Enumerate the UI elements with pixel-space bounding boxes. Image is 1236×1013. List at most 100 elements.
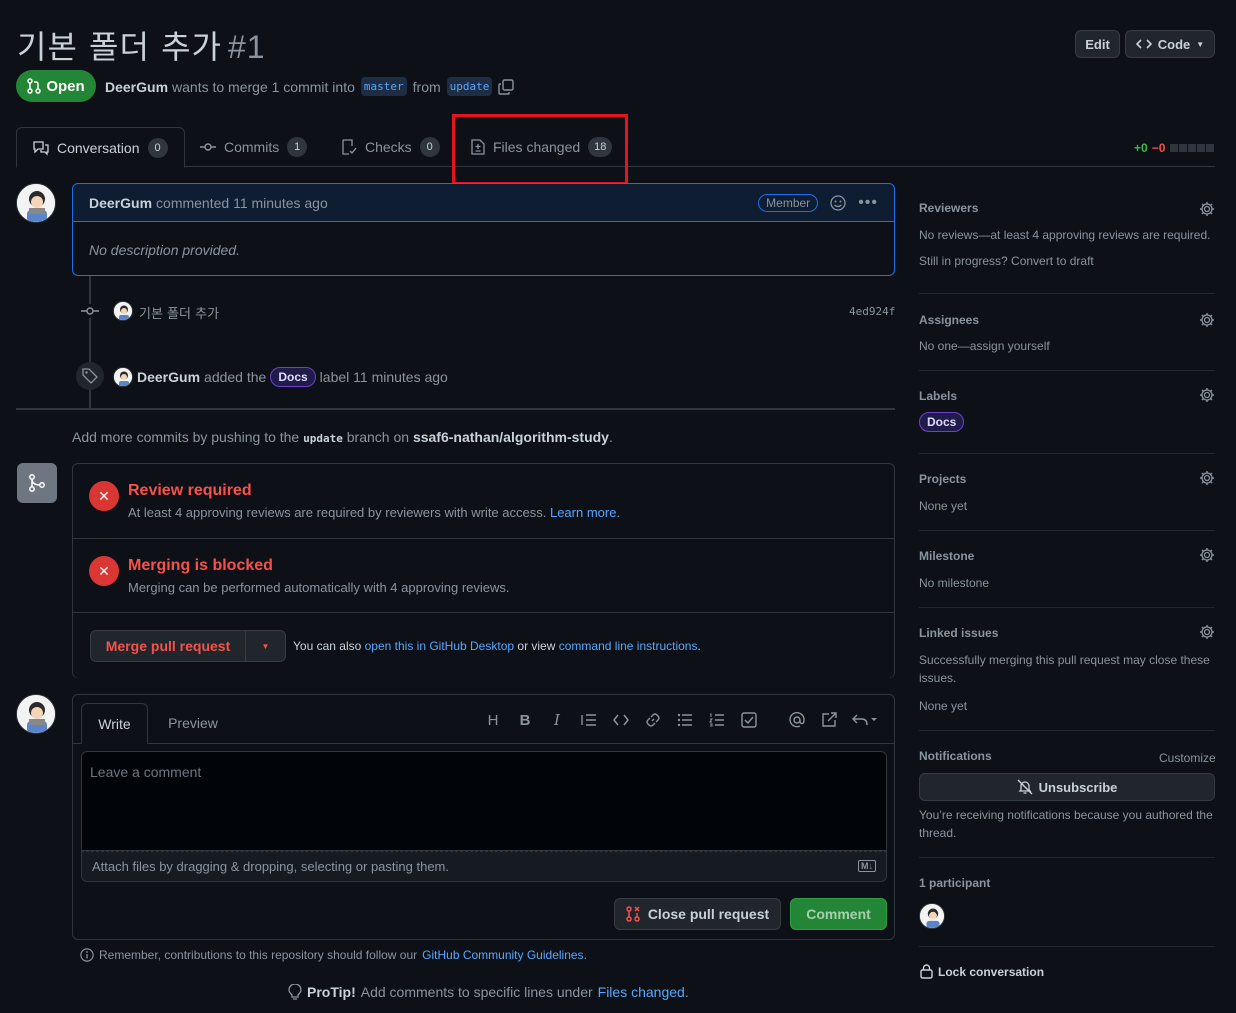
convert-to-draft-link[interactable]: Still in progress? Convert to draft	[919, 252, 1215, 270]
tag-icon-badge	[76, 362, 104, 390]
merge-options-dropdown[interactable]: ▼	[246, 631, 285, 661]
unordered-list-icon[interactable]	[669, 711, 701, 729]
close-pull-request-label: Close pull request	[647, 906, 770, 922]
copy-icon[interactable]	[498, 78, 515, 95]
also-pre: You can also	[293, 639, 362, 653]
gear-icon[interactable]	[1199, 387, 1215, 403]
code-button[interactable]: Code ▼	[1125, 30, 1215, 58]
pr-author-link[interactable]: DeerGum	[105, 79, 168, 95]
diffstat-deletions: −0	[1151, 141, 1166, 155]
milestone-heading[interactable]: Milestone	[919, 549, 1215, 563]
comment-submit-button[interactable]: Comment	[790, 898, 887, 930]
label-actor-avatar[interactable]	[113, 367, 133, 387]
merge-button-group: Merge pull request ▼	[90, 630, 286, 662]
gear-icon[interactable]	[1199, 201, 1215, 217]
base-branch[interactable]: master	[360, 77, 407, 96]
unsubscribe-button[interactable]: Unsubscribe	[919, 773, 1215, 801]
comment-meta[interactable]: commented 11 minutes ago	[156, 195, 328, 211]
comment-discussion-icon	[33, 140, 49, 156]
sidebar-divider	[919, 607, 1215, 608]
tab-checks-label: Checks	[365, 139, 412, 155]
comment-author[interactable]: DeerGum	[89, 195, 152, 211]
label-event-actor[interactable]: DeerGum	[137, 369, 200, 385]
reviewers-text: No reviews—at least 4 approving reviews …	[919, 228, 1211, 242]
head-branch[interactable]: update	[446, 77, 493, 96]
labels-heading[interactable]: Labels	[919, 389, 1215, 403]
comment-textarea[interactable]: Leave a comment	[81, 751, 887, 851]
mention-icon[interactable]	[781, 711, 813, 729]
code-button-label: Code	[1157, 36, 1191, 52]
sidebar-divider	[919, 730, 1215, 731]
open-desktop-link[interactable]: open this in GitHub Desktop	[365, 639, 514, 653]
current-user-avatar[interactable]	[16, 694, 56, 734]
comment-header: DeerGum commented 11 minutes ago Member …	[73, 184, 894, 222]
tab-checks[interactable]: Checks 0	[341, 127, 440, 167]
diffstat-additions: +0	[1134, 141, 1148, 155]
merge-status-icon	[17, 463, 57, 503]
timeline-divider	[16, 408, 895, 410]
docs-label[interactable]: Docs	[270, 367, 316, 387]
tab-preview[interactable]: Preview	[155, 703, 231, 743]
code-icon	[1135, 39, 1152, 49]
sidebar-divider	[919, 857, 1215, 858]
tab-write[interactable]: Write	[81, 703, 148, 744]
kebab-horizontal-icon[interactable]: •••	[858, 194, 878, 212]
smiley-icon[interactable]	[830, 194, 846, 211]
label-event-post: label 11 minutes ago	[319, 369, 448, 385]
x-circle-icon: ✕	[89, 556, 119, 586]
merge-alternatives: You can also open this in GitHub Desktop…	[293, 639, 701, 653]
tab-conversation-label: Conversation	[57, 139, 140, 156]
italic-icon[interactable]: I	[541, 711, 573, 729]
assign-yourself-link[interactable]: No one—assign yourself	[919, 337, 1215, 355]
learn-more-link[interactable]: Learn more.	[550, 505, 620, 520]
sidebar-label-list: Docs	[919, 412, 965, 432]
attach-files-area[interactable]: Attach files by dragging & dropping, sel…	[81, 851, 887, 882]
projects-heading[interactable]: Projects	[919, 472, 1215, 486]
push-hint: Add more commits by pushing to the updat…	[72, 429, 613, 445]
light-bulb-icon	[288, 984, 302, 1000]
sidebar-docs-label[interactable]: Docs	[919, 412, 965, 432]
gear-icon[interactable]	[1199, 470, 1215, 486]
close-pull-request-button[interactable]: Close pull request	[614, 898, 781, 930]
bell-slash-icon	[1017, 779, 1033, 795]
lock-conversation-link[interactable]: Lock conversation	[920, 964, 1044, 979]
cross-reference-icon[interactable]	[813, 711, 845, 729]
linked-issues-text: Successfully merging this pull request m…	[919, 653, 1210, 685]
sidebar-divider	[919, 946, 1215, 947]
markdown-icon[interactable]: M↓	[858, 860, 876, 872]
heading-icon[interactable]: H	[477, 711, 509, 729]
edit-button[interactable]: Edit	[1075, 30, 1120, 58]
commit-sha[interactable]: 4ed924f	[849, 305, 895, 318]
participant-avatar[interactable]	[919, 903, 945, 929]
author-avatar[interactable]	[16, 183, 56, 223]
x-circle-icon: ✕	[89, 481, 119, 511]
task-list-icon[interactable]	[733, 711, 765, 729]
guidelines-note: Remember, contributions to this reposito…	[80, 948, 587, 962]
commit-message[interactable]: 기본 폴더 추가	[139, 303, 219, 322]
gear-icon[interactable]	[1199, 624, 1215, 640]
quote-icon[interactable]	[573, 711, 605, 729]
pr-description-comment: DeerGum commented 11 minutes ago Member …	[72, 183, 895, 276]
command-line-link[interactable]: command line instructions	[559, 639, 698, 653]
gear-icon[interactable]	[1199, 547, 1215, 563]
ordered-list-icon[interactable]	[701, 711, 733, 729]
customize-link[interactable]: Customize	[1159, 749, 1216, 767]
gear-icon[interactable]	[1199, 312, 1215, 328]
merge-box: ✕ Review required At least 4 approving r…	[72, 463, 895, 678]
also-end: .	[697, 639, 701, 653]
pr-merge-summary: DeerGum wants to merge 1 commit into mas…	[105, 77, 515, 96]
linked-issues-heading[interactable]: Linked issues	[919, 626, 1215, 640]
commit-author-avatar[interactable]	[113, 301, 133, 321]
reviewers-heading[interactable]: Reviewers	[919, 201, 1215, 215]
link-icon[interactable]	[637, 711, 669, 729]
code-icon[interactable]	[605, 711, 637, 729]
assignees-heading[interactable]: Assignees	[919, 313, 1215, 327]
bold-icon[interactable]: B	[509, 711, 541, 729]
tab-conversation[interactable]: Conversation 0	[16, 127, 185, 168]
reply-icon[interactable]	[845, 711, 885, 729]
tab-commits[interactable]: Commits 1	[200, 127, 308, 167]
community-guidelines-link[interactable]: GitHub Community Guidelines	[422, 948, 583, 962]
merge-pull-request-button[interactable]: Merge pull request	[91, 631, 246, 661]
files-changed-link[interactable]: Files changed	[598, 984, 685, 1000]
protip-end: .	[684, 984, 689, 1000]
